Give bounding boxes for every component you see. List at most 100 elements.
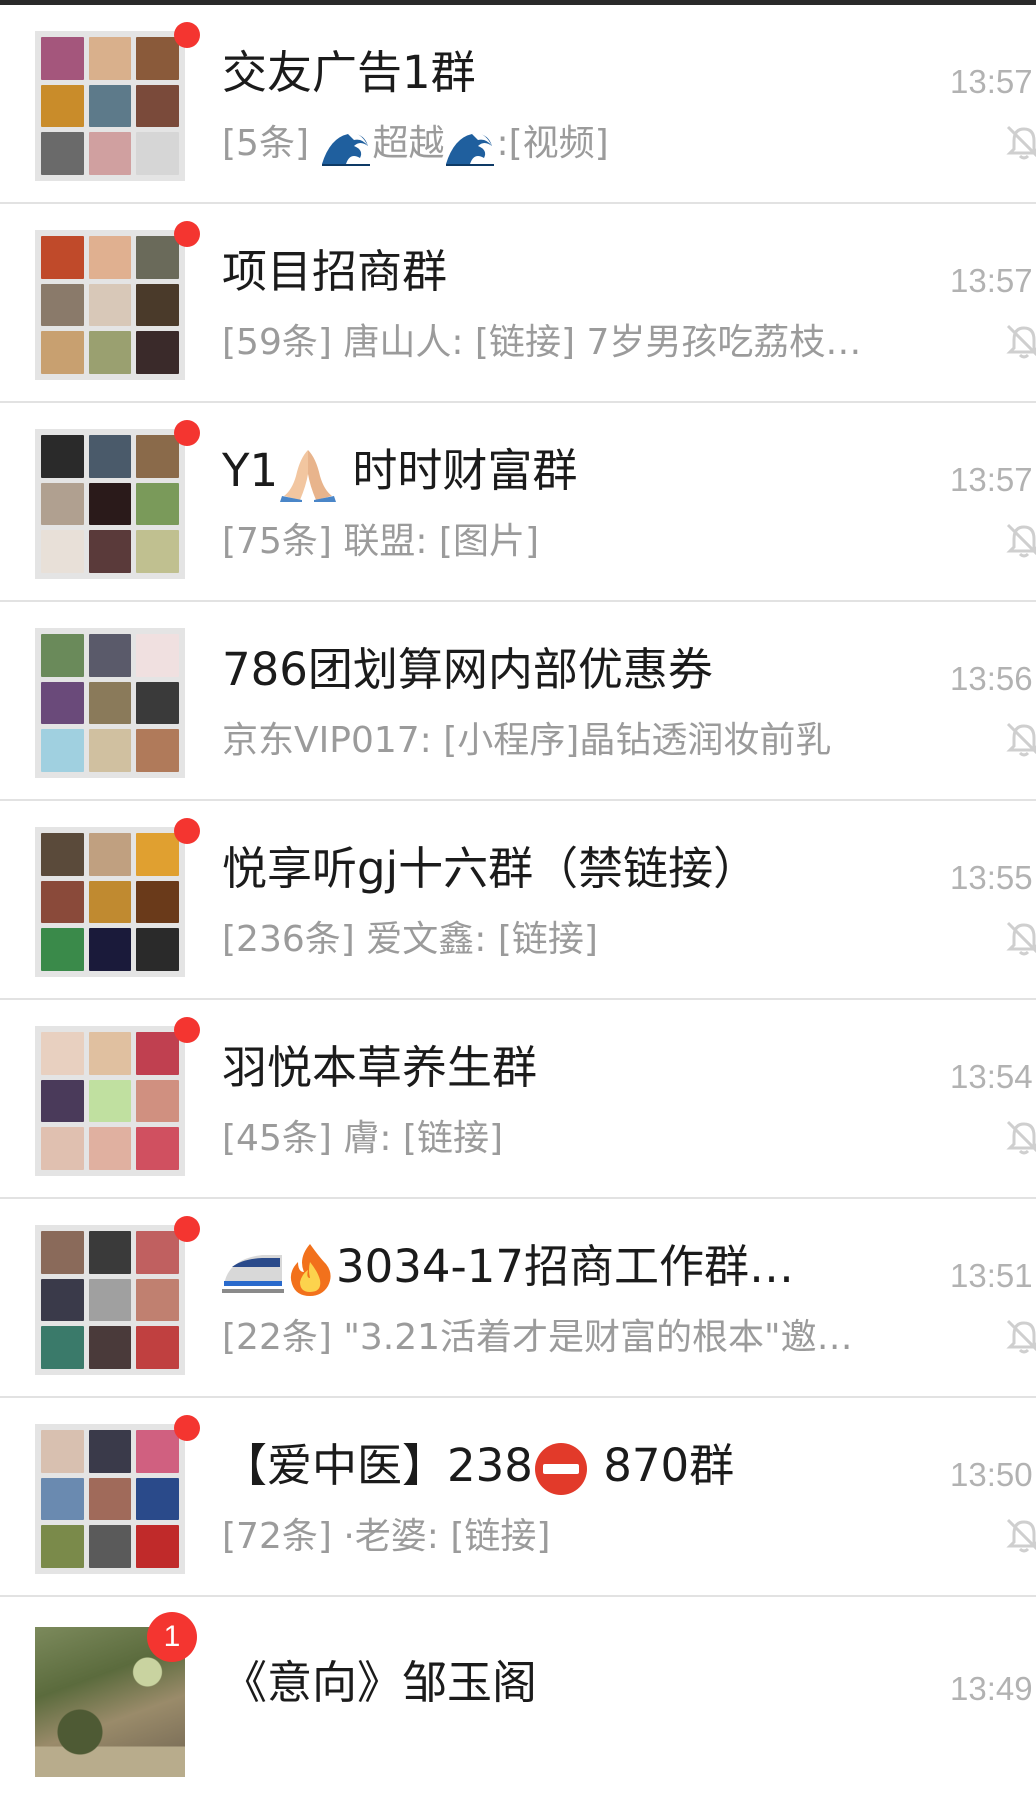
last-message-preview: 京东VIP017: [小程序]晶钻透润妆前乳	[222, 715, 922, 767]
chat-row[interactable]: 项目招商群 [59条] 唐山人: [链接] 7岁男孩吃荔枝… 13:57	[0, 204, 1036, 403]
member-avatar-tile	[41, 1477, 84, 1521]
member-avatar-tile	[136, 1127, 179, 1170]
member-avatar-tile	[136, 1032, 179, 1075]
group-avatar[interactable]	[35, 429, 185, 579]
member-avatar-tile	[136, 283, 179, 327]
member-avatar-tile	[88, 729, 132, 772]
chat-title: 《意向》邹玉阁	[222, 1653, 912, 1713]
message-time: 13:54	[950, 1058, 1033, 1095]
mute-bell-icon	[1004, 322, 1036, 362]
member-avatar-tile	[136, 1430, 179, 1473]
chat-title: 786团划算网内部优惠券	[222, 640, 912, 700]
last-message-preview: [72条] ·老婆: [链接]	[222, 1511, 922, 1563]
member-avatar-tile	[41, 729, 84, 772]
chat-title: 悦享听gj十六群（禁链接）	[222, 839, 912, 899]
member-avatar-tile	[88, 1032, 132, 1075]
unread-dot	[174, 818, 200, 844]
chat-title-text: Y1	[222, 444, 279, 497]
member-avatar-tile	[88, 1231, 132, 1274]
message-time: 13:55	[950, 859, 1033, 896]
member-avatar-tile	[88, 833, 132, 876]
group-avatar[interactable]	[35, 628, 185, 778]
member-avatar-tile	[136, 880, 179, 924]
member-avatar-tile	[88, 1477, 132, 1521]
last-message-preview-text: [22条] "3.21活着才是财富的根本"邀…	[222, 1317, 853, 1358]
member-avatar-tile	[136, 681, 179, 725]
mute-bell-icon	[1004, 123, 1036, 163]
chat-title-text: 《意向》邹玉阁	[222, 1656, 538, 1709]
last-message-preview-text: [5条]	[222, 123, 321, 164]
member-avatar-tile	[136, 928, 179, 971]
last-message-preview-text: [236条] 爱文鑫: [链接]	[222, 919, 598, 960]
member-avatar-tile	[41, 634, 84, 677]
chat-row[interactable]: 786团划算网内部优惠券 京东VIP017: [小程序]晶钻透润妆前乳 13:56	[0, 602, 1036, 801]
chat-title-text: 时时财富群	[338, 444, 578, 497]
chat-title: 3034-17招商工作群…	[222, 1237, 912, 1298]
chat-row[interactable]: 3034-17招商工作群… [22条] "3.21活着才是财富的根本"邀… 13:5…	[0, 1199, 1036, 1398]
unread-dot	[174, 22, 200, 48]
last-message-preview: [75条] 联盟: [图片]	[222, 516, 922, 568]
chat-title: 交友广告1群	[222, 43, 912, 103]
member-avatar-tile	[41, 37, 84, 80]
member-avatar-tile	[136, 634, 179, 677]
unread-dot	[174, 1216, 200, 1242]
member-avatar-tile	[88, 1079, 132, 1123]
chat-row[interactable]: 交友广告1群 [5条] 超越:[视频] 13:57	[0, 5, 1036, 204]
member-avatar-tile	[88, 634, 132, 677]
member-avatar-tile	[41, 435, 84, 478]
member-avatar-tile	[41, 833, 84, 876]
member-avatar-tile	[88, 435, 132, 478]
chat-title-text: 786团划算网内部优惠券	[222, 643, 713, 696]
member-avatar-tile	[88, 1326, 132, 1369]
member-avatar-tile	[136, 1231, 179, 1274]
no-entry-emoji	[533, 1441, 589, 1497]
group-avatar[interactable]	[35, 230, 185, 380]
chat-row[interactable]: 【爱中医】238 870群 [72条] ·老婆: [链接] 13:50	[0, 1398, 1036, 1597]
last-message-preview-text: [45条] 膚: [链接]	[222, 1118, 504, 1159]
member-avatar-tile	[88, 530, 132, 573]
chat-row[interactable]: Y1 时时财富群 [75条] 联盟: [图片] 13:57	[0, 403, 1036, 602]
message-time: 13:57	[950, 262, 1033, 299]
mute-bell-icon	[1004, 1516, 1036, 1556]
unread-dot	[174, 1415, 200, 1441]
group-avatar[interactable]	[35, 1026, 185, 1176]
unread-dot	[174, 221, 200, 247]
mute-bell-icon	[1004, 720, 1036, 760]
bullet-train-emoji	[222, 1245, 284, 1295]
group-avatar[interactable]	[35, 1424, 185, 1574]
member-avatar-tile	[136, 833, 179, 876]
member-avatar-tile	[41, 1326, 84, 1369]
member-avatar-tile	[88, 1525, 132, 1568]
member-avatar-tile	[88, 132, 132, 175]
member-avatar-tile	[41, 530, 84, 573]
member-avatar-tile	[88, 84, 132, 128]
group-avatar[interactable]	[35, 31, 185, 181]
last-message-preview-text: [72条] ·老婆: [链接]	[222, 1516, 551, 1557]
member-avatar-tile	[41, 1032, 84, 1075]
chat-list: 交友广告1群 [5条] 超越:[视频] 13:57 项目招商群 [59条] 唐山人: […	[0, 5, 1036, 1811]
member-avatar-tile	[88, 1430, 132, 1473]
chat-row[interactable]: 羽悦本草养生群 [45条] 膚: [链接] 13:54	[0, 1000, 1036, 1199]
member-avatar-tile	[136, 84, 179, 128]
chat-title-text: 悦享听gj十六群（禁链接）	[222, 842, 759, 895]
mute-bell-icon	[1004, 1118, 1036, 1158]
chat-title-text: 项目招商群	[222, 245, 448, 298]
chat-title-text: 3034-17招商工作群…	[336, 1240, 795, 1293]
last-message-preview: [22条] "3.21活着才是财富的根本"邀…	[222, 1312, 922, 1364]
member-avatar-tile	[136, 37, 179, 80]
message-time: 13:51	[950, 1257, 1033, 1294]
member-avatar-tile	[41, 132, 84, 175]
chat-row[interactable]: 1 《意向》邹玉阁 13:49	[0, 1597, 1036, 1811]
member-avatar-tile	[88, 482, 132, 526]
message-time: 13:50	[950, 1456, 1033, 1493]
unread-dot	[174, 420, 200, 446]
chat-title-text: 【爱中医】238	[222, 1439, 533, 1492]
fire-emoji	[284, 1242, 336, 1298]
member-avatar-tile	[88, 880, 132, 924]
last-message-preview: [236条] 爱文鑫: [链接]	[222, 914, 922, 966]
chat-row[interactable]: 悦享听gj十六群（禁链接） [236条] 爱文鑫: [链接] 13:55	[0, 801, 1036, 1000]
last-message-preview-text: 京东VIP017: [小程序]晶钻透润妆前乳	[222, 720, 832, 761]
group-avatar[interactable]	[35, 827, 185, 977]
wave-emoji	[444, 124, 496, 166]
group-avatar[interactable]	[35, 1225, 185, 1375]
